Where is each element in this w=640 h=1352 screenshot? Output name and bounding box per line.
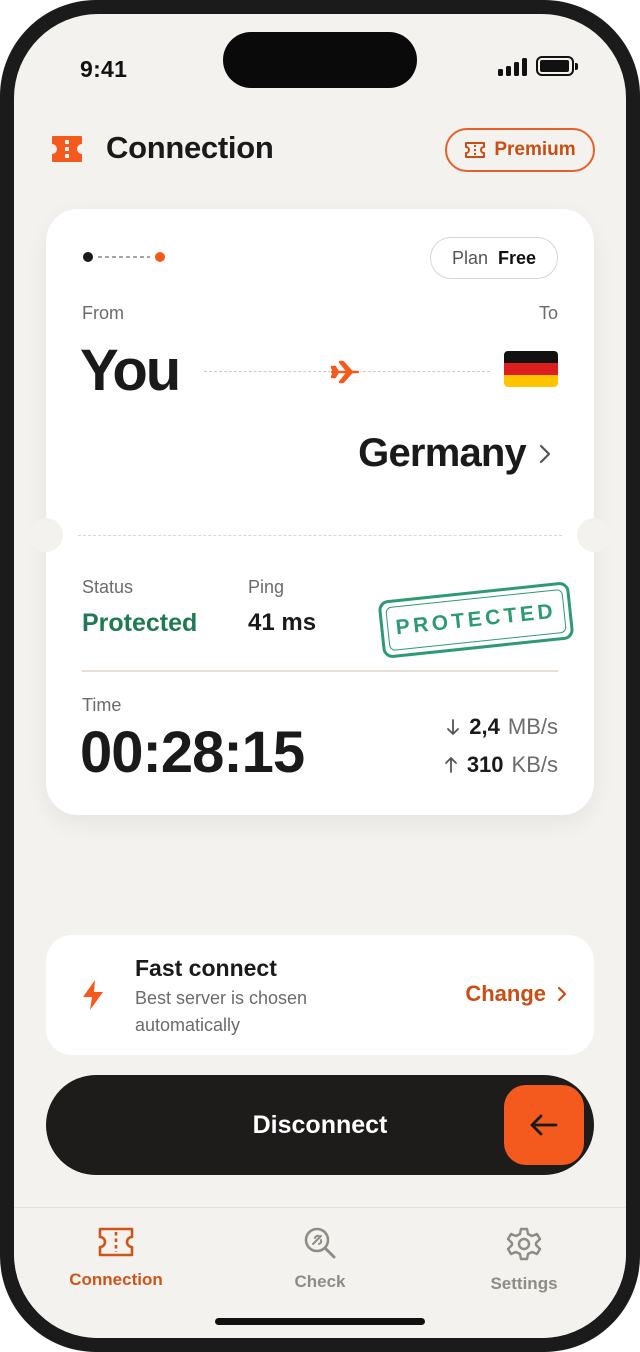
destination-name: Germany [358, 431, 527, 475]
upload-unit: KB/s [511, 752, 558, 777]
chevron-right-icon [557, 986, 567, 1002]
chevron-right-icon [539, 444, 551, 463]
germany-flag-icon [504, 351, 558, 387]
tab-check[interactable]: Check [240, 1226, 400, 1292]
connection-card: Plan Free From To You Germany Status Pro… [29, 209, 611, 815]
fast-connect-card: Fast connect Best server is chosen autom… [46, 935, 594, 1055]
download-speed: 2,4 MB/s [445, 714, 558, 740]
from-value: You [80, 338, 181, 403]
ticket-icon [52, 136, 82, 162]
upload-speed: 310 KB/s [443, 752, 558, 778]
status-time: 9:41 [80, 56, 128, 82]
fast-connect-title: Fast connect [135, 955, 277, 981]
home-indicator [215, 1318, 425, 1325]
phone-frame: 9:41 Connection Premium Plan Free From T… [0, 0, 640, 1352]
upload-value: 310 [466, 752, 504, 777]
status-value: Protected [82, 609, 198, 637]
page-title: Connection [106, 130, 274, 165]
tab-connection[interactable]: Connection [36, 1226, 196, 1290]
ticket-icon [465, 142, 486, 158]
ping-label: Ping [248, 577, 285, 597]
ticket-perforation [78, 535, 562, 536]
protected-stamp: PROTECTED [377, 581, 575, 659]
download-value: 2,4 [469, 714, 500, 739]
stamp-text: PROTECTED [394, 599, 558, 640]
divider [82, 670, 558, 672]
disconnect-slider-knob[interactable] [504, 1085, 584, 1165]
gear-icon [506, 1227, 542, 1261]
magnifier-icon [304, 1227, 336, 1259]
ticket-notch-left [29, 518, 63, 552]
tab-label: Settings [490, 1274, 558, 1293]
dynamic-island [223, 32, 417, 88]
status-label: Status [82, 577, 134, 597]
premium-label: Premium [494, 139, 576, 160]
airplane-icon [330, 357, 360, 387]
tab-label: Check [294, 1272, 346, 1291]
plan-value: Free [498, 247, 537, 268]
tab-settings[interactable]: Settings [444, 1226, 604, 1294]
screen: 9:41 Connection Premium Plan Free From T… [14, 14, 626, 1338]
battery-icon [536, 56, 578, 76]
time-label: Time [82, 695, 122, 715]
signal-icon [498, 58, 528, 76]
arrow-down-icon [447, 719, 460, 735]
disconnect-button[interactable]: Disconnect [46, 1075, 594, 1175]
fast-connect-subtitle: Best server is chosen automatically [135, 988, 308, 1035]
route-progress-icon [83, 252, 165, 262]
arrow-up-icon [444, 757, 457, 773]
premium-button[interactable]: Premium [445, 128, 595, 172]
change-label: Change [465, 981, 546, 1006]
arrow-left-icon [530, 1114, 558, 1136]
download-unit: MB/s [507, 714, 558, 739]
plan-label: Plan [451, 247, 488, 268]
lightning-icon [83, 980, 103, 1010]
plan-badge[interactable]: Plan Free [430, 237, 558, 279]
ping-value: 41 ms [248, 609, 317, 636]
connection-timer: 00:28:15 [80, 720, 305, 785]
tab-label: Connection [69, 1270, 163, 1289]
ticket-notch-right [577, 518, 611, 552]
ticket-icon [98, 1227, 134, 1257]
to-label: To [538, 303, 558, 323]
change-button[interactable]: Change [465, 981, 568, 1007]
destination-selector[interactable]: Germany [358, 431, 552, 476]
from-label: From [82, 303, 124, 323]
